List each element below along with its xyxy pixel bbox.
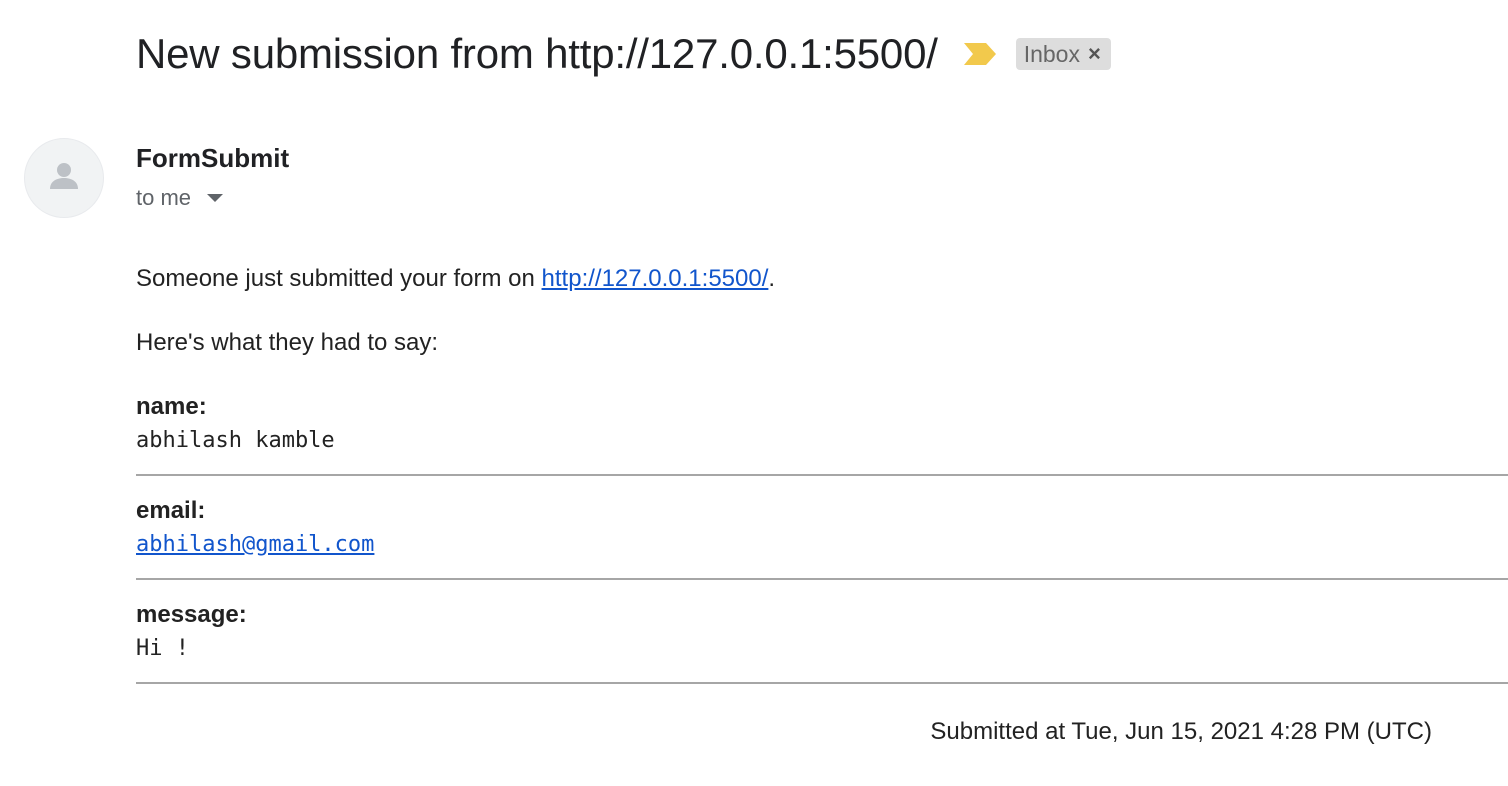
field-label: name: — [136, 393, 207, 420]
form-origin-link[interactable]: http://127.0.0.1:5500/ — [542, 265, 769, 292]
intro-prefix: Someone just submitted your form on — [136, 265, 542, 292]
email-link[interactable]: abhilash@gmail.com — [136, 532, 374, 557]
field-value: abhilash kamble — [136, 428, 335, 453]
field-label: email: — [136, 497, 206, 524]
field-value: Hi ! — [136, 636, 189, 661]
intro-text: Someone just submitted your form on http… — [136, 264, 775, 294]
inbox-label-chip[interactable]: Inbox × — [1015, 38, 1111, 70]
importance-marker-icon[interactable] — [963, 43, 996, 65]
label-chip-text: Inbox — [1023, 40, 1080, 67]
submission-timestamp: Submitted at Tue, Jun 15, 2021 4:28 PM (… — [930, 718, 1432, 745]
sender-avatar[interactable] — [24, 138, 104, 218]
recipient-label: to me — [136, 185, 192, 210]
field-name: name: abhilash kamble — [136, 392, 1508, 476]
field-divider — [136, 474, 1508, 476]
recipient-details-toggle[interactable]: to me — [136, 183, 224, 213]
email-subject: New submission from http://127.0.0.1:550… — [136, 30, 938, 77]
field-divider — [136, 578, 1508, 580]
field-divider — [136, 682, 1508, 684]
intro-suffix: . — [768, 265, 776, 292]
field-message: message: Hi ! — [136, 600, 1508, 684]
person-icon — [44, 156, 84, 201]
intro-secondary-text: Here's what they had to say: — [136, 329, 439, 356]
field-email: email: abhilash@gmail.com — [136, 496, 1508, 580]
field-value: abhilash@gmail.com — [136, 530, 1508, 560]
email-subject-row: New submission from http://127.0.0.1:550… — [136, 24, 1111, 84]
chevron-down-icon[interactable] — [207, 194, 224, 202]
sender-name: FormSubmit — [136, 143, 290, 173]
remove-label-icon[interactable]: × — [1088, 43, 1101, 65]
field-label: message: — [136, 601, 247, 628]
